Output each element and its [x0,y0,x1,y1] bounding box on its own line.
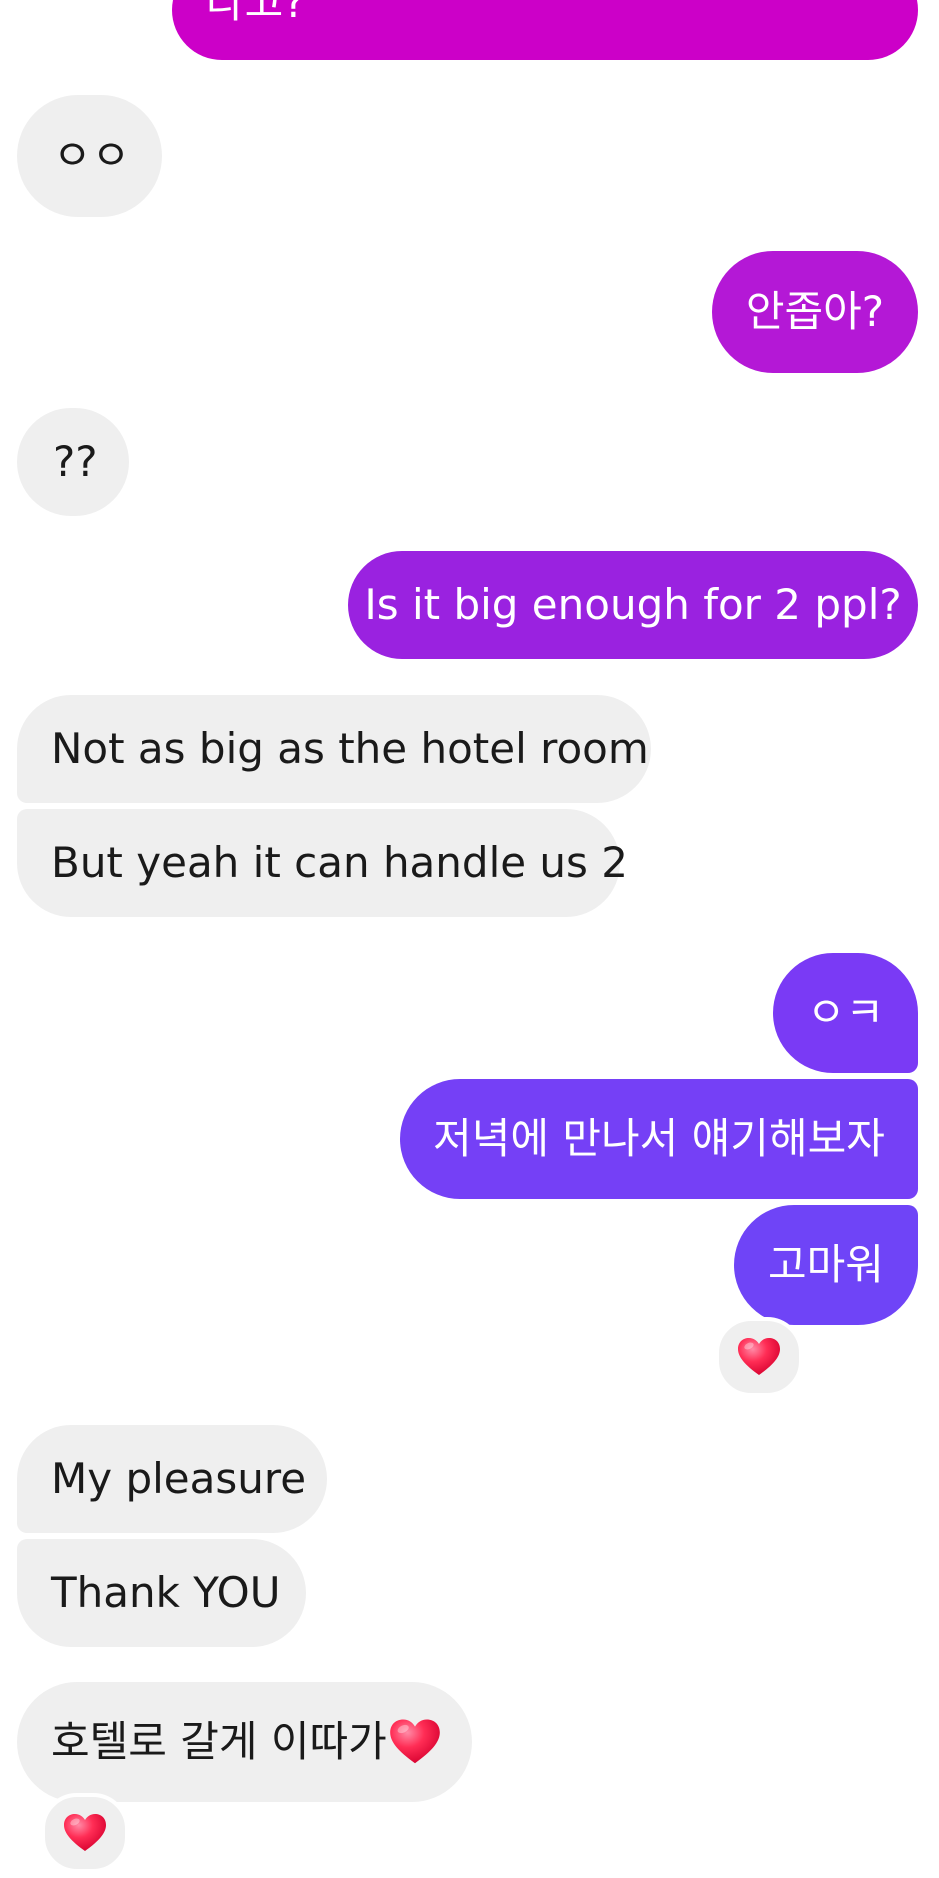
message-text: Not as big as the hotel room [51,724,649,773]
message-bubble-sent[interactable]: 라고? [172,0,918,60]
message-text: But yeah it can handle us 2 [51,838,629,887]
message-bubble-received[interactable]: ㅇㅇ [17,95,162,217]
message-bubble-sent[interactable]: 안좁아? [712,251,918,373]
message-text: Is it big enough for 2 ppl? [364,580,902,629]
heart-icon [63,1813,107,1853]
message-text: 라고? [206,0,306,27]
message-text: ㅇㅇ [53,131,131,180]
heart-icon [737,1337,781,1377]
message-text: ?? [53,437,98,486]
message-bubble-received[interactable]: ?? [17,408,129,516]
heart-emoji-icon [389,1718,441,1766]
reaction-badge[interactable] [41,1793,129,1873]
message-bubble-sent[interactable]: 저녁에 만나서 얘기해보자 [400,1079,918,1199]
message-bubble-sent[interactable]: ㅇㅋ [773,953,918,1073]
message-bubble-received[interactable]: Thank YOU [17,1539,306,1647]
message-text: 안좁아? [745,287,885,336]
message-bubble-received[interactable]: Not as big as the hotel room [17,695,651,803]
reaction-badge[interactable] [715,1317,803,1397]
message-text: 저녁에 만나서 얘기해보자 [433,1114,885,1163]
message-bubble-received[interactable]: But yeah it can handle us 2 [17,809,628,917]
message-text: 고마워 [768,1240,884,1289]
message-bubble-sent[interactable]: 고마워 [734,1205,918,1325]
message-bubble-received[interactable]: 호텔로 갈게 이따가 [17,1682,472,1802]
message-text: ㅇㅋ [806,988,885,1037]
message-text: 호텔로 갈게 이따가 [51,1717,387,1766]
message-bubble-received[interactable]: My pleasure [17,1425,327,1533]
message-text: My pleasure [51,1454,307,1503]
message-text: Thank YOU [51,1568,281,1617]
message-bubble-sent[interactable]: Is it big enough for 2 ppl? [348,551,918,659]
